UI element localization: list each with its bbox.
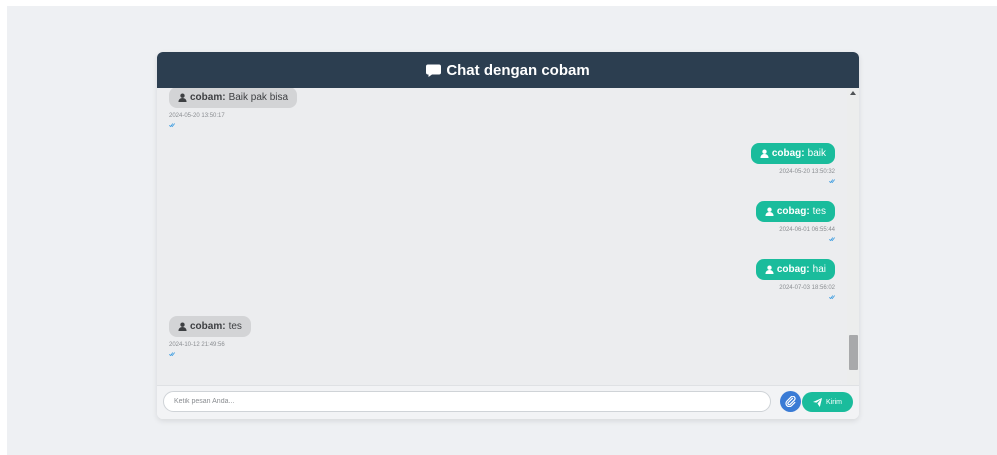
message-list[interactable]: cobam: Baik pak bisa 2024-05-20 13:50:17…: [157, 88, 859, 419]
message-input[interactable]: [163, 391, 771, 412]
message-item: cobam: tes 2024-10-12 21:49:56: [169, 316, 251, 357]
message-bubble: cobag: tes: [755, 201, 835, 222]
user-icon: [765, 207, 774, 216]
message-text: hai: [812, 264, 826, 275]
chat-title: Chat dengan cobam: [446, 61, 590, 79]
message-timestamp: 2024-05-20 13:50:32: [779, 169, 835, 175]
message-composer: Kirim: [157, 385, 859, 419]
message-bubble: cobag: hai: [755, 259, 835, 280]
read-check-icon: [829, 237, 835, 242]
message-item: cobag: baik 2024-05-20 13:50:32: [750, 143, 835, 184]
message-timestamp: 2024-05-20 13:50:17: [169, 113, 225, 119]
user-icon: [765, 265, 774, 274]
scroll-up-arrow-icon[interactable]: [850, 91, 856, 95]
message-timestamp: 2024-06-01 06:55:44: [779, 227, 835, 233]
message-text: tes: [812, 206, 826, 217]
message-item: cobag: hai 2024-07-03 18:56:02: [755, 259, 835, 300]
comment-icon: [426, 64, 442, 77]
chat-header: Chat dengan cobam: [157, 52, 859, 88]
send-button[interactable]: Kirim: [802, 392, 853, 412]
message-sender: cobag:: [771, 148, 805, 159]
message-item: cobam: Baik pak bisa 2024-05-20 13:50:17: [169, 88, 298, 128]
read-check-icon: [829, 179, 835, 184]
message-bubble: cobag: baik: [750, 143, 835, 164]
message-bubble: cobam: Baik pak bisa: [169, 88, 298, 108]
read-check-icon: [169, 352, 175, 357]
paper-plane-icon: [813, 397, 823, 407]
user-icon: [760, 149, 769, 158]
message-sender: cobam:: [190, 92, 226, 103]
message-timestamp: 2024-10-12 21:49:56: [169, 342, 225, 348]
message-bubble: cobam: tes: [169, 316, 251, 337]
message-sender: cobag:: [776, 264, 810, 275]
message-sender: cobam:: [190, 321, 226, 332]
read-check-icon: [829, 295, 835, 300]
user-icon: [178, 322, 187, 331]
message-timestamp: 2024-07-03 18:56:02: [779, 285, 835, 291]
message-item: cobag: tes 2024-06-01 06:55:44: [755, 201, 835, 242]
message-scrollbar[interactable]: [847, 88, 859, 419]
chat-window: Chat dengan cobam cobam: Baik pak bisa 2…: [157, 52, 859, 419]
message-sender: cobag:: [776, 206, 810, 217]
scrollbar-thumb[interactable]: [849, 335, 858, 370]
attach-button[interactable]: [780, 391, 801, 412]
message-text: baik: [807, 148, 826, 159]
read-check-icon: [169, 123, 175, 128]
user-icon: [178, 93, 187, 102]
send-button-label: Kirim: [826, 398, 842, 406]
message-text: Baik pak bisa: [228, 92, 289, 103]
message-text: tes: [228, 321, 242, 332]
paperclip-icon: [785, 396, 796, 407]
